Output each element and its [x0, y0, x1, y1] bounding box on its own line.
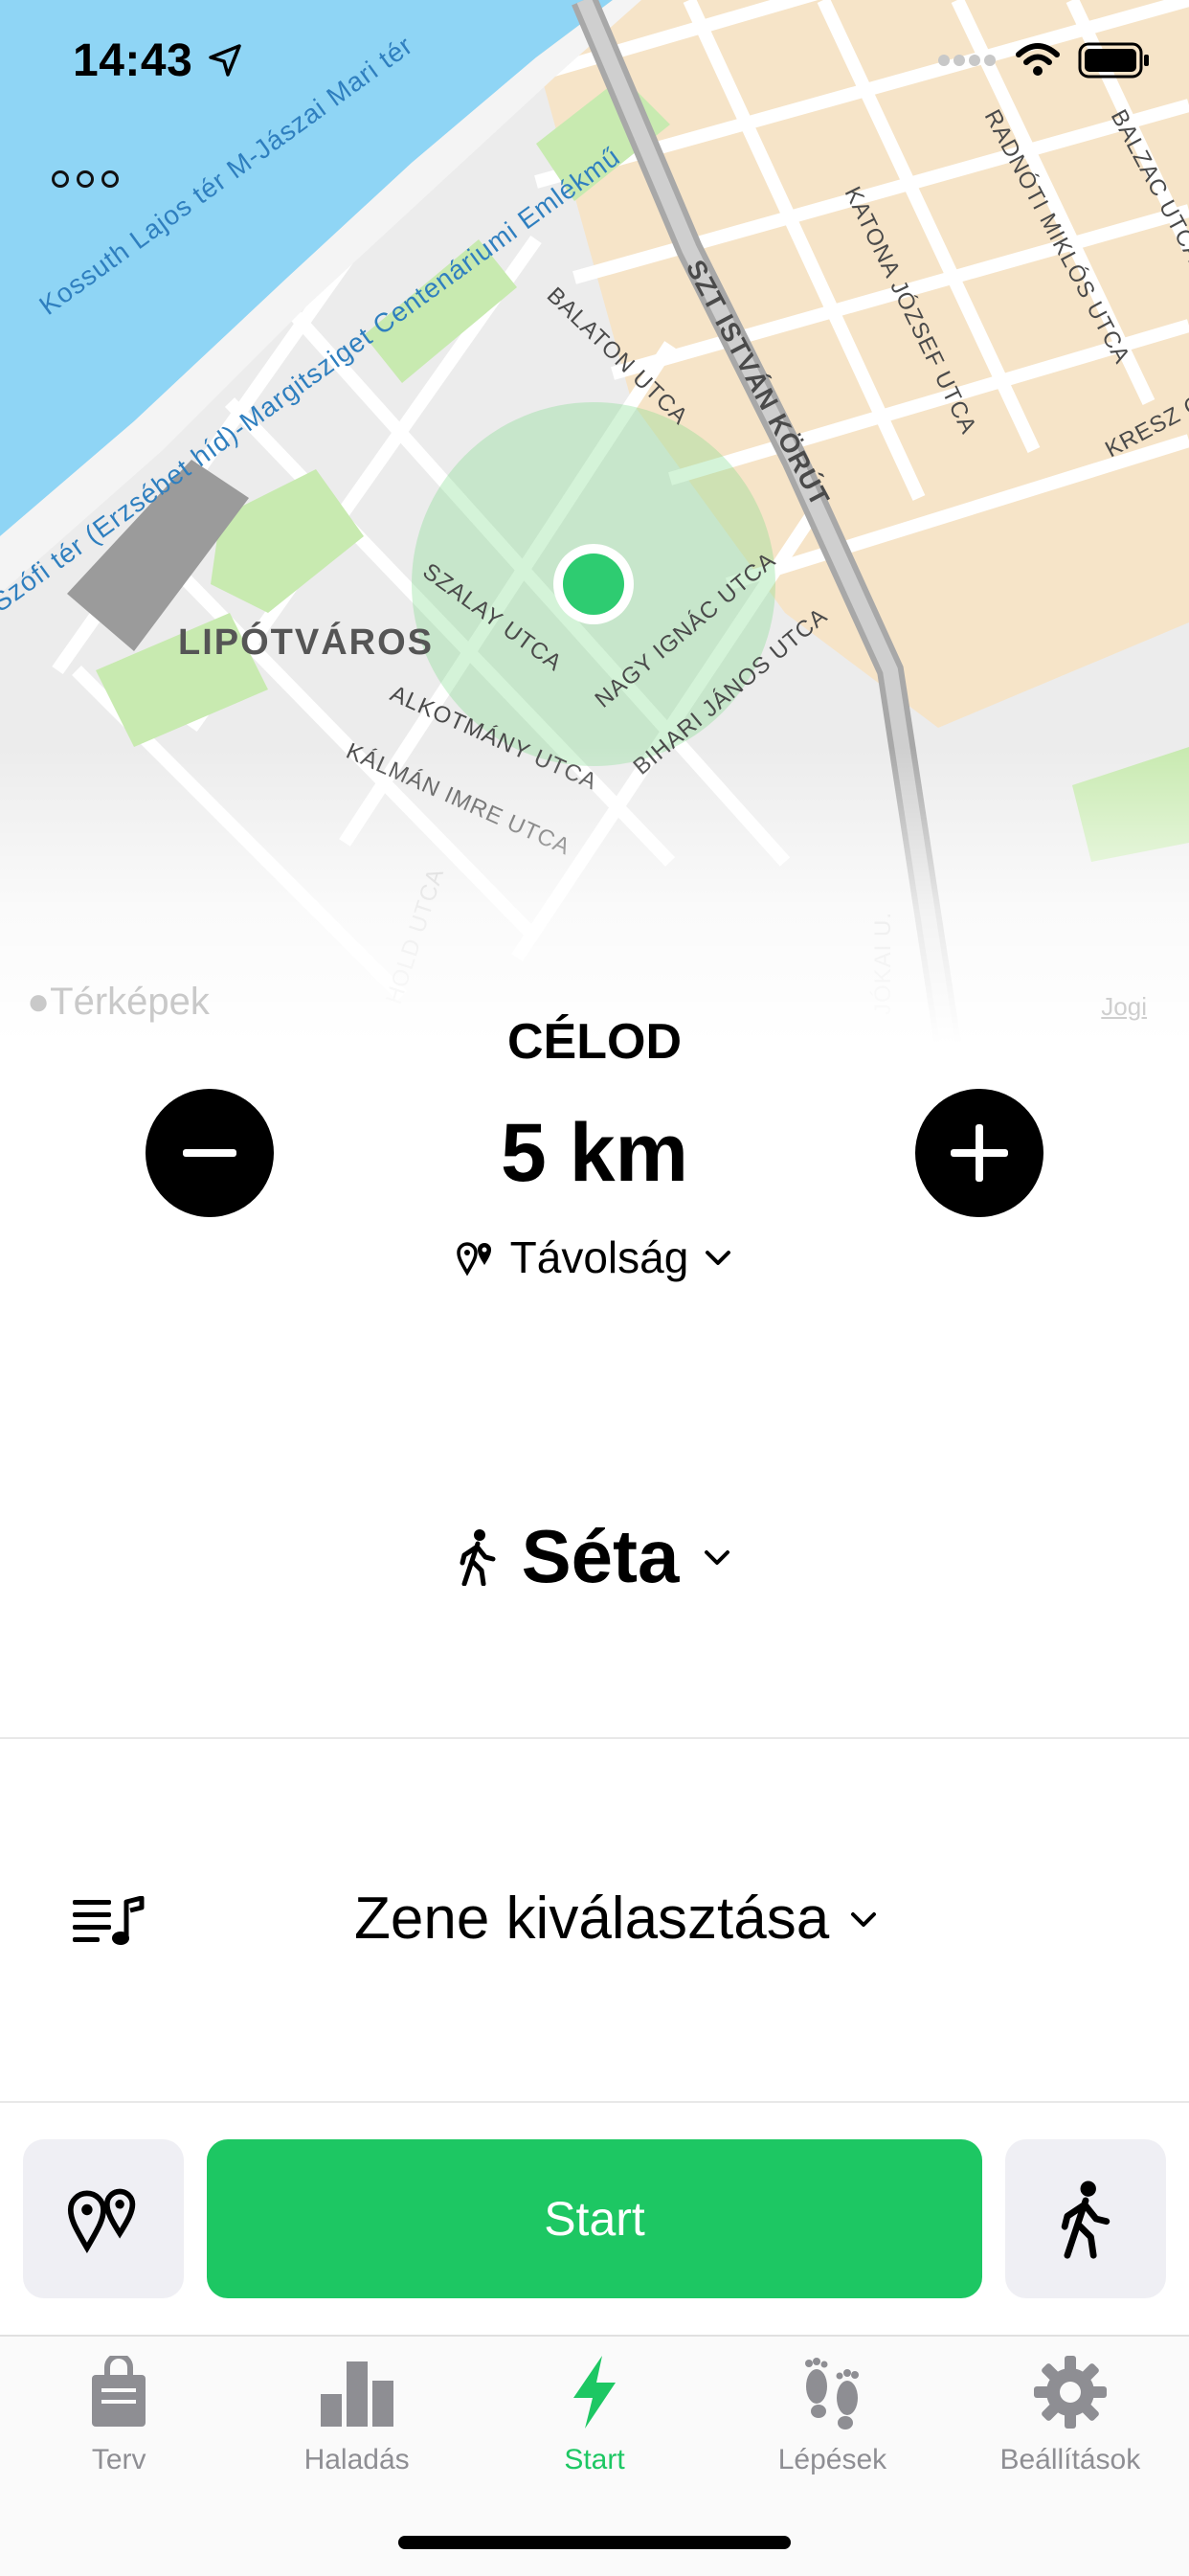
dot-icon	[101, 170, 119, 188]
tab-plan[interactable]: Terv	[0, 2337, 237, 2576]
start-button[interactable]: Start	[207, 2139, 982, 2298]
bolt-icon	[573, 2356, 617, 2429]
more-options-button[interactable]	[52, 170, 119, 188]
walking-person-icon	[460, 1528, 496, 1586]
location-arrow-icon	[209, 44, 241, 77]
tab-settings[interactable]: Beállítások	[952, 2337, 1189, 2576]
activity-label: Séta	[521, 1514, 680, 1598]
status-time: 14:43	[73, 35, 193, 86]
map-view[interactable]: Kossuth Lajos tér M-Jászai Mari tér Szóf…	[0, 0, 1189, 1044]
route-pins-icon	[456, 1242, 491, 1277]
divider	[0, 1737, 1189, 1739]
dot-icon	[52, 170, 69, 188]
goal-type-label: Távolság	[509, 1232, 689, 1282]
activity-selector[interactable]: Séta	[0, 1513, 1189, 1600]
dot-icon	[77, 170, 94, 188]
goal-title: CÉLOD	[507, 1014, 682, 1070]
tab-label: Haladás	[303, 2444, 410, 2475]
chevron-down-icon	[706, 1251, 731, 1265]
playlist-icon	[73, 1896, 145, 1945]
district-label: LIPÓTVÁROS	[178, 621, 434, 663]
increase-goal-button[interactable]	[915, 1089, 1043, 1217]
tab-label: Terv	[91, 2444, 146, 2475]
tab-label: Beállítások	[999, 2444, 1141, 2475]
status-indicators	[936, 42, 1151, 79]
wifi-icon	[1016, 43, 1060, 76]
chevron-down-icon	[705, 1549, 730, 1565]
music-selector[interactable]: Zene kiválasztása	[354, 1885, 879, 1953]
footprints-icon	[805, 2358, 860, 2429]
divider	[0, 2101, 1189, 2103]
gear-icon	[1033, 2356, 1107, 2429]
goal-type-selector[interactable]: Távolság	[0, 1232, 1189, 1283]
music-label: Zene kiválasztása	[354, 1886, 830, 1952]
tab-label: Start	[564, 2444, 625, 2475]
walking-person-icon	[1061, 2181, 1110, 2259]
chevron-down-icon	[851, 1911, 877, 1927]
activity-button[interactable]	[1005, 2139, 1166, 2298]
route-button[interactable]	[23, 2139, 184, 2298]
route-pins-icon	[67, 2188, 136, 2254]
home-indicator[interactable]	[398, 2536, 791, 2549]
battery-icon	[1078, 42, 1149, 79]
tab-label: Lépések	[777, 2444, 887, 2475]
bag-icon	[92, 2356, 146, 2427]
plus-icon	[951, 1124, 1008, 1182]
signal-icon	[938, 55, 996, 66]
bar-chart-icon	[320, 2361, 393, 2427]
